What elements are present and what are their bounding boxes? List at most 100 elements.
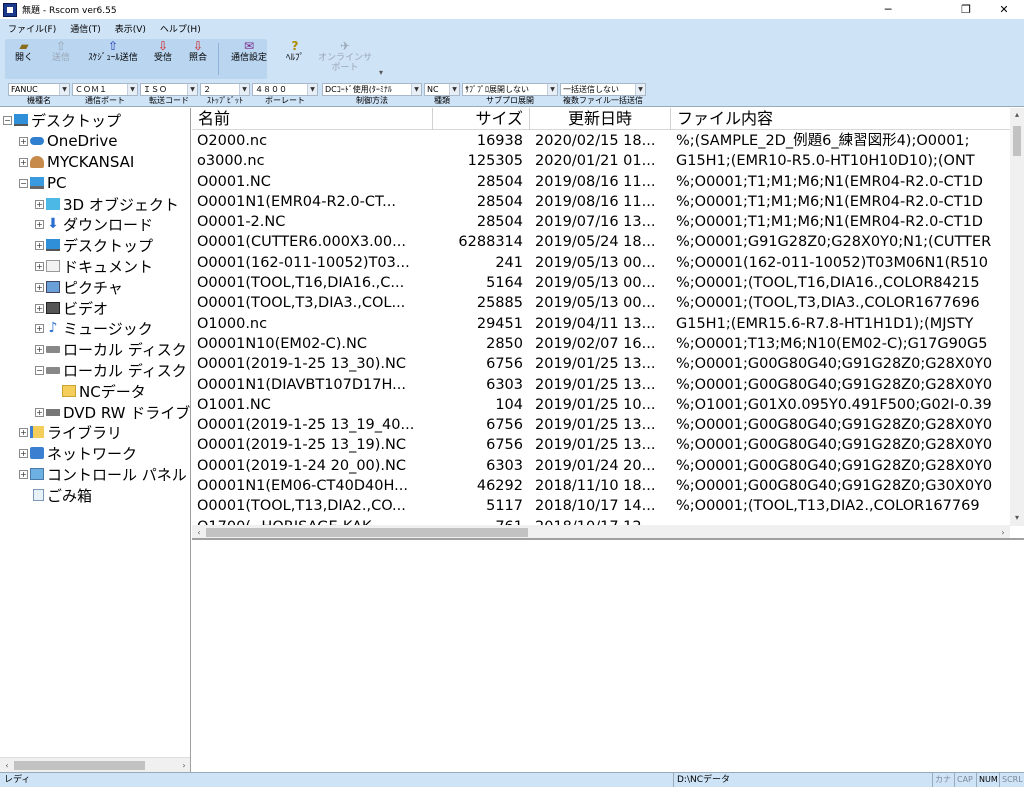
help-button[interactable]: ? ﾍﾙﾌﾟ bbox=[280, 40, 310, 76]
tree-item-user[interactable]: + MYCKANSAI bbox=[19, 152, 134, 172]
port-select[interactable]: ＣＯＭ１ ▼ bbox=[72, 83, 138, 96]
expand-icon[interactable]: + bbox=[35, 199, 44, 209]
tree-item-pc-desktop[interactable]: + デスクトップ bbox=[35, 235, 153, 255]
collapse-icon[interactable]: − bbox=[3, 115, 12, 125]
table-row[interactable]: O0001(2019-1-25 13_19_40... 6756 2019/01/2… bbox=[192, 415, 1010, 436]
tree-item-recycle-bin[interactable]: ごみ箱 bbox=[33, 485, 92, 505]
table-row[interactable]: O0001.NC 28504 2019/08/16 11... %;O0001;T1;… bbox=[192, 171, 1010, 192]
batch-select[interactable]: 一括送信しない ▼ bbox=[560, 83, 646, 96]
scroll-left-icon[interactable]: ‹ bbox=[192, 525, 206, 538]
column-header-size[interactable]: サイズ bbox=[433, 108, 530, 130]
schedule-send-button[interactable]: ⇧ ｽｹｼﾞｭｰﾙ送信 bbox=[82, 40, 144, 76]
tree-item-nc-data[interactable]: NCデータ bbox=[62, 381, 146, 401]
compare-button[interactable]: ⇩ 照合 bbox=[182, 40, 214, 76]
expand-icon[interactable]: + bbox=[19, 427, 28, 437]
tree-item-onedrive[interactable]: + OneDrive bbox=[19, 131, 118, 151]
expand-icon[interactable]: + bbox=[19, 157, 28, 167]
scroll-right-icon[interactable]: › bbox=[177, 758, 190, 772]
tree-item-documents[interactable]: + ドキュメント bbox=[35, 256, 153, 276]
tree-item-desktop[interactable]: − デスクトップ bbox=[3, 110, 121, 130]
table-row[interactable]: O0001N10(EM02-C).NC 2850 2019/02/07 16...%… bbox=[192, 333, 1010, 355]
expand-icon[interactable]: + bbox=[35, 240, 44, 250]
expand-icon[interactable]: + bbox=[35, 344, 44, 354]
scroll-down-icon[interactable]: ▾ bbox=[1010, 511, 1024, 525]
tree-item-network[interactable]: + ネットワーク bbox=[19, 443, 137, 463]
table-row[interactable]: O0001(2019-1-25 13_19).NC 6756 2019/01/25 … bbox=[192, 435, 1010, 456]
tree-item-videos[interactable]: + ビデオ bbox=[35, 298, 108, 318]
open-button[interactable]: ▰ 開く bbox=[8, 40, 40, 76]
scrollbar-thumb[interactable] bbox=[206, 528, 528, 537]
column-header-date[interactable]: 更新日時 bbox=[530, 108, 671, 130]
table-row[interactable]: O0001-2.NC 28504 2019/07/16 13... %;O0001;T… bbox=[192, 212, 1010, 233]
expand-icon[interactable]: + bbox=[19, 136, 28, 146]
scrollbar-thumb[interactable] bbox=[1013, 126, 1021, 156]
menu-view[interactable]: 表示(V) bbox=[107, 22, 152, 35]
model-select[interactable]: FANUC ▼ bbox=[8, 83, 70, 96]
table-row[interactable]: O0001N1(EM06-CT40D40H... 46292 2018/11/10 … bbox=[192, 476, 1010, 497]
table-row[interactable]: O0001N1(DIAVBT107D17H... 6303 2019/01/25 1… bbox=[192, 374, 1010, 395]
tree-item-downloads[interactable]: + ⬇ ダウンロード bbox=[35, 214, 153, 234]
tree-item-dvd-drive[interactable]: + DVD RW ドライブ bbox=[35, 402, 190, 422]
expand-icon[interactable]: + bbox=[35, 261, 44, 271]
table-row[interactable]: O2000.nc 16938 2020/02/15 18... %;(SAMPLE_2… bbox=[192, 131, 1010, 152]
menu-file[interactable]: ファイル(F) bbox=[0, 22, 62, 35]
preview-pane[interactable] bbox=[192, 542, 1024, 772]
scroll-left-icon[interactable]: ‹ bbox=[0, 758, 14, 772]
tree-item-pictures[interactable]: + ピクチャ bbox=[35, 277, 123, 297]
online-support-button[interactable]: ✈ オンラインサポート bbox=[316, 40, 374, 76]
table-row[interactable]: O0001(TOOL,T3,DIA3.,COL... 25885 2019/05/1… bbox=[192, 293, 1010, 314]
toolbar-overflow-icon[interactable]: ▾ bbox=[374, 65, 388, 80]
control-select[interactable]: DCｺｰﾄﾞ使用(ﾀｰﾐﾅﾙ ▼ bbox=[322, 83, 422, 96]
table-row[interactable]: O0001(TOOL,T16,DIA16.,C... 5164 2019/05/13… bbox=[192, 273, 1010, 294]
close-button[interactable]: ✕ bbox=[984, 0, 1024, 19]
table-row[interactable]: O1001.NC 104 2019/01/25 10... %;O1001;G01X0… bbox=[192, 394, 1010, 416]
send-button[interactable]: ⇧ 送信 bbox=[44, 40, 78, 76]
table-row[interactable]: O1000.nc 29451 2019/04/11 13... G15H1;(EMR1… bbox=[192, 313, 1010, 334]
tree-item-control-panel[interactable]: + コントロール パネル bbox=[19, 464, 187, 484]
tree-item-libraries[interactable]: + ライブラリ bbox=[19, 422, 122, 442]
table-row[interactable]: O0001(162-011-10052)T03... 241 2019/05/13 … bbox=[192, 252, 1010, 274]
baud-select[interactable]: ４８００ ▼ bbox=[252, 83, 318, 96]
expand-icon[interactable]: + bbox=[35, 323, 44, 333]
table-row[interactable]: O0001(2019-1-25 13_30).NC 6756 2019/01/25 … bbox=[192, 354, 1010, 375]
code-select[interactable]: ＩＳＯ ▼ bbox=[140, 83, 198, 96]
receive-label: 受信 bbox=[153, 53, 172, 63]
column-header-content[interactable]: ファイル内容 bbox=[671, 108, 1010, 130]
tree-horizontal-scrollbar[interactable]: ‹ › bbox=[0, 757, 190, 772]
table-row[interactable]: O0001N1(EMR04-R2.0-CT... 28504 2019/08/16 … bbox=[192, 191, 1010, 213]
expand-icon[interactable]: + bbox=[19, 469, 28, 479]
expand-icon[interactable]: + bbox=[35, 219, 44, 229]
column-header-name[interactable]: 名前 bbox=[192, 108, 433, 130]
subprog-select[interactable]: ｻﾌﾞﾌﾟﾛ展開しない ▼ bbox=[462, 83, 558, 96]
tree-item-local-disk-c[interactable]: + ローカル ディスク bbox=[35, 339, 187, 359]
tree-item-local-disk-d[interactable]: − ローカル ディスク bbox=[35, 360, 187, 380]
tree-item-3d-objects[interactable]: + 3D オブジェクト bbox=[35, 194, 179, 214]
type-select[interactable]: NC ▼ bbox=[424, 83, 460, 96]
receive-button[interactable]: ⇩ 受信 bbox=[148, 40, 178, 76]
maximize-button[interactable]: ❐ bbox=[946, 0, 986, 19]
tree-item-label: NCデータ bbox=[79, 382, 146, 401]
expand-icon[interactable]: + bbox=[35, 407, 44, 417]
scrollbar-thumb[interactable] bbox=[14, 761, 145, 770]
file-list-horizontal-scrollbar[interactable]: ‹ › bbox=[192, 525, 1010, 538]
table-row[interactable]: O0001(TOOL,T13,DIA2.,CO... 5117 2018/10/17… bbox=[192, 496, 1010, 517]
table-row[interactable]: o3000.nc 125305 2020/01/21 01... G15H1;(EMR… bbox=[192, 151, 1010, 172]
collapse-icon[interactable]: − bbox=[19, 178, 28, 188]
tree-item-music[interactable]: + ♪ ミュージック bbox=[35, 318, 153, 338]
table-row[interactable]: O0001(2019-1-24 20_00).NC 6303 2019/01/24 … bbox=[192, 455, 1010, 477]
collapse-icon[interactable]: − bbox=[35, 365, 44, 375]
table-row[interactable]: O0001(CUTTER6.000X3.00... 6288314 2019/05/… bbox=[192, 232, 1010, 253]
file-size-cell: 28504 bbox=[433, 171, 530, 192]
minimize-button[interactable]: ─ bbox=[868, 0, 908, 19]
scroll-right-icon[interactable]: › bbox=[996, 525, 1010, 538]
expand-icon[interactable]: + bbox=[19, 448, 28, 458]
comm-settings-button[interactable]: ✉ 通信設定 bbox=[224, 40, 274, 76]
menu-help[interactable]: ヘルプ(H) bbox=[152, 22, 207, 35]
expand-icon[interactable]: + bbox=[35, 303, 44, 313]
file-list-vertical-scrollbar[interactable]: ▴ ▾ bbox=[1010, 108, 1024, 526]
tree-item-pc[interactable]: − PC bbox=[19, 173, 67, 193]
expand-icon[interactable]: + bbox=[35, 282, 44, 292]
scroll-up-icon[interactable]: ▴ bbox=[1010, 108, 1024, 122]
stopbit-select[interactable]: ２ ▼ bbox=[200, 83, 250, 96]
menu-comm[interactable]: 通信(T) bbox=[62, 22, 107, 35]
